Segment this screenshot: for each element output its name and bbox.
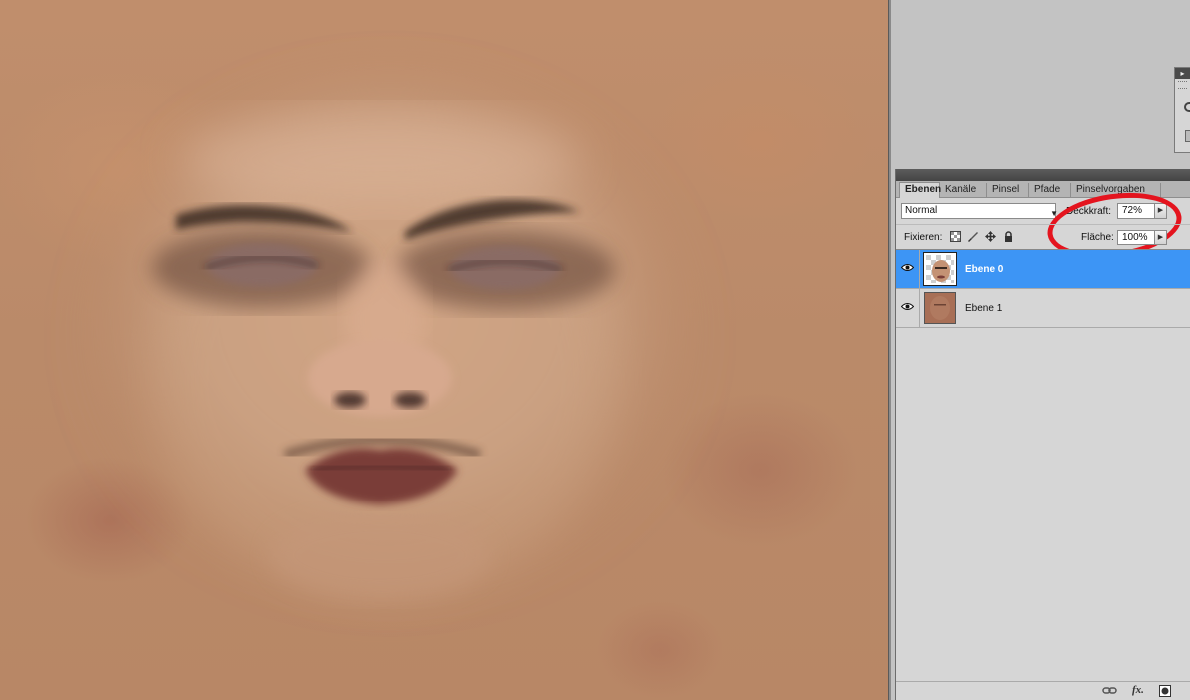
- blend-mode-value: Normal: [905, 205, 938, 216]
- tab-pfade[interactable]: Pfade: [1029, 183, 1071, 198]
- link-layers-icon[interactable]: [1102, 685, 1118, 697]
- panel-expand-icon[interactable]: ▸: [1175, 68, 1190, 79]
- tab-ebenen[interactable]: Ebenen: [899, 182, 941, 198]
- document-canvas[interactable]: [0, 0, 890, 700]
- layer-list: Ebene 0 Ebene 1: [896, 249, 1190, 689]
- layer-row-ebene-1[interactable]: Ebene 1: [896, 289, 1190, 328]
- panel-grip[interactable]: [1178, 81, 1187, 89]
- opacity-slider-button[interactable]: ▶: [1154, 203, 1167, 219]
- visibility-toggle[interactable]: [896, 289, 920, 327]
- chevron-down-icon: ▼: [1050, 209, 1058, 218]
- layer-name[interactable]: Ebene 1: [965, 303, 1002, 314]
- eye-icon: [901, 264, 914, 271]
- panel-tool-icon[interactable]: [1184, 102, 1190, 112]
- lock-label: Fixieren:: [904, 232, 943, 243]
- layer-thumbnail-face: [923, 252, 957, 286]
- layers-panel: Ebenen Kanäle Pinsel Pfade Pinselvorgabe…: [895, 169, 1190, 700]
- face-texture-image: [90, 80, 690, 600]
- opacity-label: Deckkraft:: [1066, 206, 1112, 217]
- panel-footer: fx.: [896, 681, 1190, 700]
- collapsed-panel[interactable]: ▸: [1174, 67, 1190, 153]
- lock-all-icon[interactable]: [1003, 231, 1014, 242]
- blend-opacity-row: Normal ▼ Deckkraft: 72% ▶: [896, 184, 1190, 267]
- lock-transparency-icon[interactable]: [950, 231, 961, 242]
- layer-thumbnail-skin: [924, 292, 956, 324]
- tab-kanaele[interactable]: Kanäle: [940, 183, 987, 198]
- lock-fill-row: Fixieren: Fläche: 100% ▶: [896, 224, 1190, 246]
- eye-icon: [901, 303, 914, 310]
- panel-tool-icon-2[interactable]: [1185, 130, 1190, 142]
- layer-mask-icon[interactable]: [1159, 685, 1171, 697]
- tab-pinsel[interactable]: Pinsel: [987, 183, 1029, 198]
- fill-input[interactable]: 100%: [1117, 230, 1159, 245]
- panel-tabs: Ebenen Kanäle Pinsel Pfade Pinselvorgabe…: [896, 181, 1190, 198]
- lock-position-move-icon[interactable]: [985, 231, 996, 242]
- opacity-input[interactable]: 72%: [1117, 203, 1159, 219]
- layer-row-ebene-0[interactable]: Ebene 0: [896, 250, 1190, 289]
- panel-title-bar[interactable]: [896, 169, 1190, 181]
- canvas-edge: [888, 0, 891, 700]
- fx-icon[interactable]: fx.: [1132, 684, 1144, 696]
- lock-pixels-brush-icon[interactable]: [967, 231, 978, 242]
- tab-pinselvorgaben[interactable]: Pinselvorgaben: [1071, 183, 1161, 198]
- blend-mode-select[interactable]: Normal ▼: [901, 203, 1058, 219]
- layer-name[interactable]: Ebene 0: [965, 264, 1003, 275]
- fill-label: Fläche:: [1081, 232, 1114, 243]
- fill-slider-button[interactable]: ▶: [1154, 230, 1167, 245]
- visibility-toggle[interactable]: [896, 250, 920, 288]
